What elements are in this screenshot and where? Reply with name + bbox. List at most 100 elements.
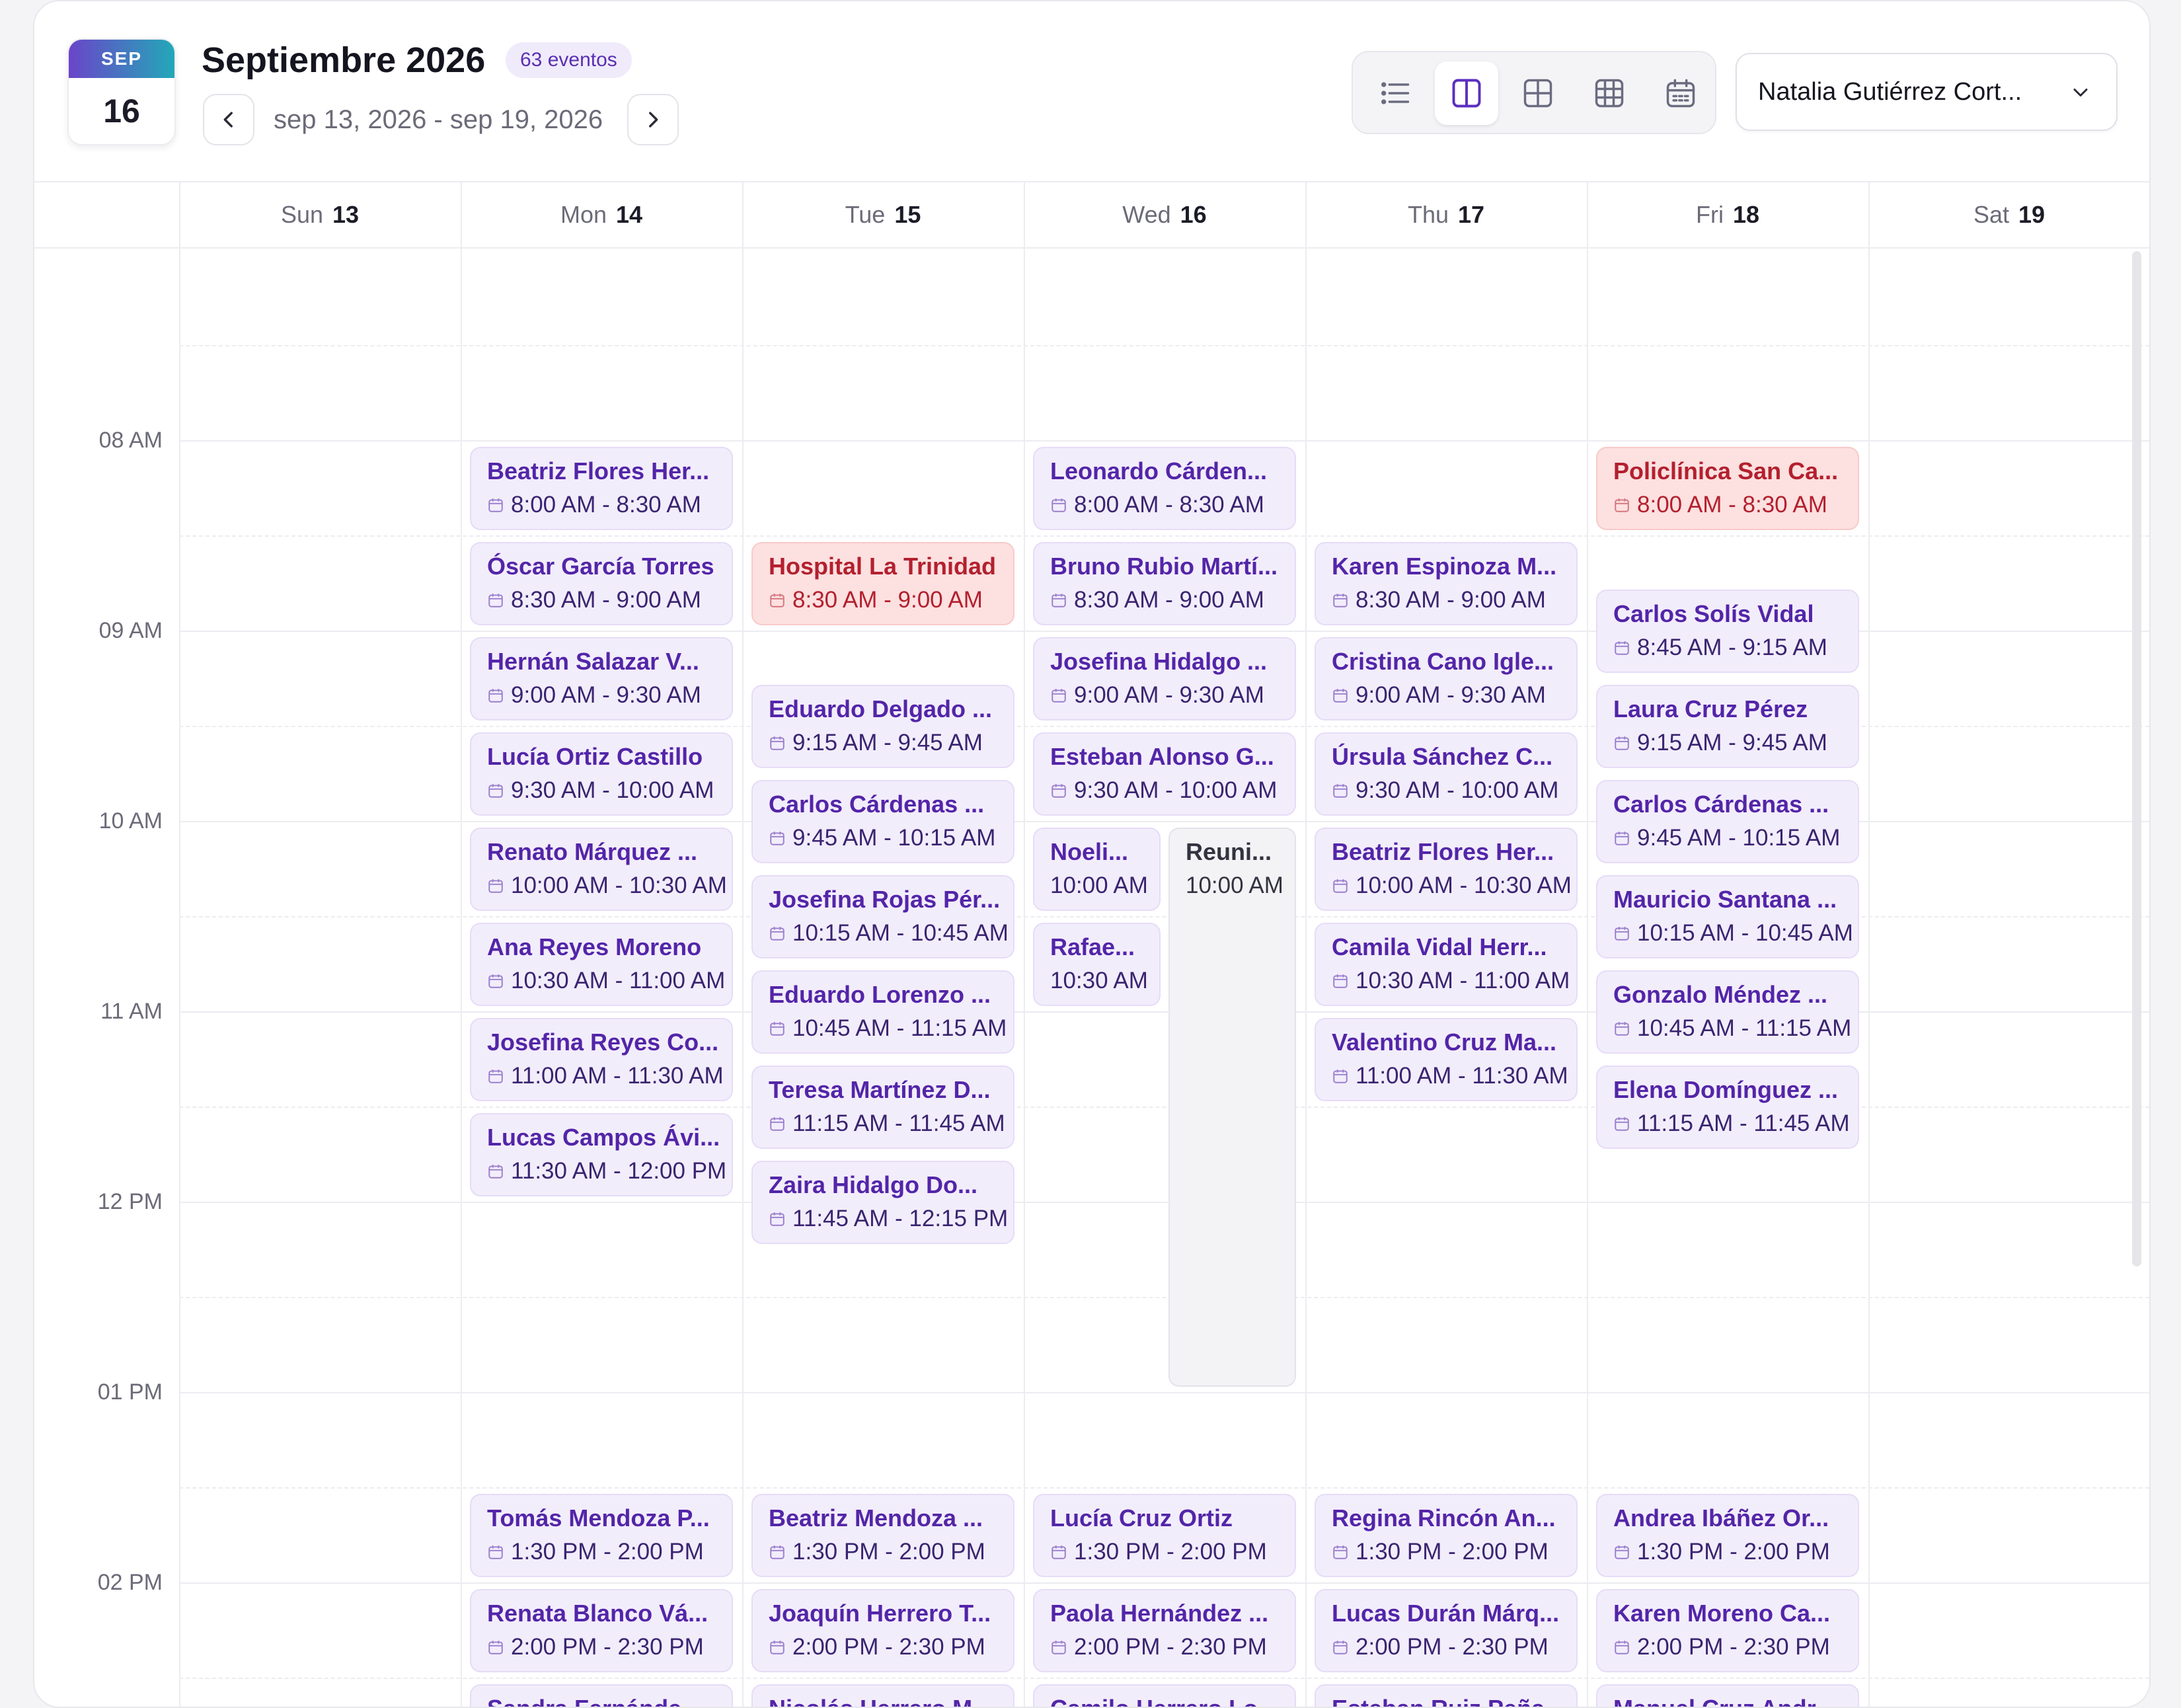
event-card[interactable]: Hospital La Trinidad 8:30 AM - 9:00 AM (751, 542, 1014, 625)
day-header-thu[interactable]: Thu 17 (1305, 182, 1587, 247)
event-card[interactable]: Óscar García Torres 8:30 AM - 9:00 AM (470, 542, 733, 625)
event-card[interactable]: Nicolás Herrero M...2:30 PM - 3:00 PM (751, 1684, 1014, 1707)
event-card[interactable]: Eduardo Delgado ... 9:15 AM - 9:45 AM (751, 685, 1014, 768)
event-time: 10:15 AM - 10:45 AM (1613, 917, 1854, 951)
event-title: Noeli... (1050, 838, 1129, 865)
day-header-fri[interactable]: Fri 18 (1587, 182, 1868, 247)
event-card[interactable]: Camila Vidal Herr... 10:30 AM - 11:00 AM (1315, 923, 1578, 1006)
event-card[interactable]: Renato Márquez ... 10:00 AM - 10:30 AM (470, 828, 733, 911)
grid-2x2-view-button[interactable] (1506, 61, 1570, 125)
event-time-value: 9:00 AM - 9:30 AM (1074, 682, 1264, 708)
event-card[interactable]: Lucas Durán Márq... 2:00 PM - 2:30 PM (1315, 1589, 1578, 1672)
event-card[interactable]: Noeli... 10:00 AM (1033, 828, 1161, 911)
time-label: 08 AM (98, 428, 163, 453)
event-card[interactable]: Rafae... 10:30 AM (1033, 923, 1161, 1006)
event-card[interactable]: Beatriz Mendoza ... 1:30 PM - 2:00 PM (751, 1494, 1014, 1577)
event-card[interactable]: Carlos Cárdenas ... 9:45 AM - 10:15 AM (751, 780, 1014, 863)
event-time-value: 9:30 AM - 10:00 AM (1356, 777, 1559, 803)
event-time: 8:30 AM - 9:00 AM (769, 584, 1009, 617)
event-card[interactable]: Úrsula Sánchez C... 9:30 AM - 10:00 AM (1315, 732, 1578, 816)
event-card[interactable]: Andrea Ibáñez Or... 1:30 PM - 2:00 PM (1596, 1494, 1859, 1577)
next-week-button[interactable] (627, 94, 679, 145)
event-title: Carlos Cárdenas ... (1613, 791, 1829, 818)
event-card[interactable]: Ana Reyes Moreno 10:30 AM - 11:00 AM (470, 923, 733, 1006)
event-title: Josefina Rojas Pér... (769, 886, 1001, 913)
event-card[interactable]: Valentino Cruz Ma... 11:00 AM - 11:30 AM (1315, 1018, 1578, 1101)
event-time: 2:00 PM - 2:30 PM (487, 1631, 728, 1664)
day-header-sat[interactable]: Sat 19 (1868, 182, 2149, 247)
event-card[interactable]: Esteban Alonso G... 9:30 AM - 10:00 AM (1033, 732, 1296, 816)
calendar-icon (1613, 1014, 1630, 1046)
day-header-name: Sun (280, 201, 323, 228)
event-card[interactable]: Laura Cruz Pérez 9:15 AM - 9:45 AM (1596, 685, 1859, 768)
event-card[interactable]: Renata Blanco Vá... 2:00 PM - 2:30 PM (470, 1589, 733, 1672)
event-card[interactable]: Regina Rincón An... 1:30 PM - 2:00 PM (1315, 1494, 1578, 1577)
event-card[interactable]: Camilo Herrero Lo...2:30 PM - 3:00 PM (1033, 1684, 1296, 1707)
event-time-value: 11:15 AM - 11:45 AM (1637, 1110, 1850, 1136)
calendar-icon (769, 586, 786, 617)
event-card[interactable]: Eduardo Lorenzo ... 10:45 AM - 11:15 AM (751, 970, 1014, 1054)
event-title: Valentino Cruz Ma... (1332, 1029, 1557, 1056)
prev-week-button[interactable] (203, 94, 254, 145)
event-card[interactable]: Carlos Solís Vidal 8:45 AM - 9:15 AM (1596, 590, 1859, 673)
event-title: Manuel Cruz Andr... (1613, 1692, 1851, 1707)
day-header-wed[interactable]: Wed 16 (1024, 182, 1305, 247)
calendar-icon (487, 1537, 504, 1569)
user-select[interactable]: Natalia Gutiérrez Cort... (1736, 53, 2118, 131)
half-hour-line (179, 1487, 2149, 1489)
event-card[interactable]: Lucía Cruz Ortiz 1:30 PM - 2:00 PM (1033, 1494, 1296, 1577)
event-time-value: 10:15 AM - 10:45 AM (792, 920, 1009, 946)
week-view-button[interactable] (1435, 61, 1498, 125)
event-card[interactable]: Cristina Cano Igle... 9:00 AM - 9:30 AM (1315, 637, 1578, 720)
day-header-tue[interactable]: Tue 15 (742, 182, 1024, 247)
event-title: Hernán Salazar V... (487, 648, 699, 675)
event-card[interactable]: Leonardo Cárden... 8:00 AM - 8:30 AM (1033, 447, 1296, 530)
vertical-scrollbar[interactable] (2132, 251, 2141, 1266)
event-card[interactable]: Manuel Cruz Andr...2:30 PM - 3:00 PM (1596, 1684, 1859, 1707)
calendar-icon (1332, 1633, 1349, 1664)
event-card[interactable]: Beatriz Flores Her... 10:00 AM - 10:30 AM (1315, 828, 1578, 911)
event-card[interactable]: Carlos Cárdenas ... 9:45 AM - 10:15 AM (1596, 780, 1859, 863)
event-card[interactable]: Tomás Mendoza P... 1:30 PM - 2:00 PM (470, 1494, 733, 1577)
event-card[interactable]: Elena Domínguez ... 11:15 AM - 11:45 AM (1596, 1066, 1859, 1149)
event-time-value: 10:45 AM - 11:15 AM (792, 1015, 1007, 1041)
event-time-value: 1:30 PM - 2:00 PM (1356, 1539, 1549, 1565)
badge-month: SEP (69, 40, 174, 78)
event-card[interactable]: Gonzalo Méndez ... 10:45 AM - 11:15 AM (1596, 970, 1859, 1054)
event-card[interactable]: Mauricio Santana ... 10:15 AM - 10:45 AM (1596, 875, 1859, 958)
event-card[interactable]: Paola Hernández ... 2:00 PM - 2:30 PM (1033, 1589, 1296, 1672)
event-card[interactable]: Hernán Salazar V... 9:00 AM - 9:30 AM (470, 637, 733, 720)
event-title: Josefina Hidalgo ... (1050, 648, 1268, 675)
event-card[interactable]: Beatriz Flores Her... 8:00 AM - 8:30 AM (470, 447, 733, 530)
today-date-badge[interactable]: SEP 16 (67, 38, 176, 145)
list-icon (1381, 82, 1410, 104)
event-time: 11:00 AM - 11:30 AM (1332, 1060, 1572, 1093)
chevron-right-icon (649, 112, 658, 128)
event-card[interactable]: Zaira Hidalgo Do... 11:45 AM - 12:15 PM (751, 1161, 1014, 1244)
event-card[interactable]: Sandra Fernánde...2:30 PM - 3:00 PM (470, 1684, 733, 1707)
user-select-value: Natalia Gutiérrez Cort... (1758, 78, 2022, 106)
event-time: 1:30 PM - 2:00 PM (1332, 1536, 1572, 1569)
event-card[interactable]: Lucía Ortiz Castillo 9:30 AM - 10:00 AM (470, 732, 733, 816)
event-card[interactable]: Josefina Reyes Co... 11:00 AM - 11:30 AM (470, 1018, 733, 1101)
event-card[interactable]: Karen Espinoza M... 8:30 AM - 9:00 AM (1315, 542, 1578, 625)
event-card[interactable]: Policlínica San Ca... 8:00 AM - 8:30 AM (1596, 447, 1859, 530)
event-card[interactable]: Reuni... 10:00 AM (1168, 828, 1296, 1387)
day-header-mon[interactable]: Mon 14 (461, 182, 742, 247)
event-card[interactable]: Karen Moreno Ca... 2:00 PM - 2:30 PM (1596, 1589, 1859, 1672)
event-card[interactable]: Bruno Rubio Martí... 8:30 AM - 9:00 AM (1033, 542, 1296, 625)
event-card[interactable]: Josefina Rojas Pér... 10:15 AM - 10:45 AM (751, 875, 1014, 958)
time-label: 10 AM (98, 808, 163, 834)
day-header-sun[interactable]: Sun 13 (179, 182, 461, 247)
calendar-icon (487, 1157, 504, 1188)
list-view-button[interactable] (1363, 61, 1427, 125)
grid-3x3-view-button[interactable] (1578, 61, 1641, 125)
column-separator (1868, 181, 1870, 1707)
event-card[interactable]: Josefina Hidalgo ... 9:00 AM - 9:30 AM (1033, 637, 1296, 720)
event-card[interactable]: Esteban Ruiz Peña...2:30 PM - 3:00 PM (1315, 1684, 1578, 1707)
time-label: 01 PM (97, 1379, 163, 1405)
event-card[interactable]: Joaquín Herrero T... 2:00 PM - 2:30 PM (751, 1589, 1014, 1672)
event-card[interactable]: Teresa Martínez D... 11:15 AM - 11:45 AM (751, 1066, 1014, 1149)
month-view-button[interactable] (1649, 61, 1712, 125)
event-card[interactable]: Lucas Campos Ávi... 11:30 AM - 12:00 PM (470, 1113, 733, 1196)
